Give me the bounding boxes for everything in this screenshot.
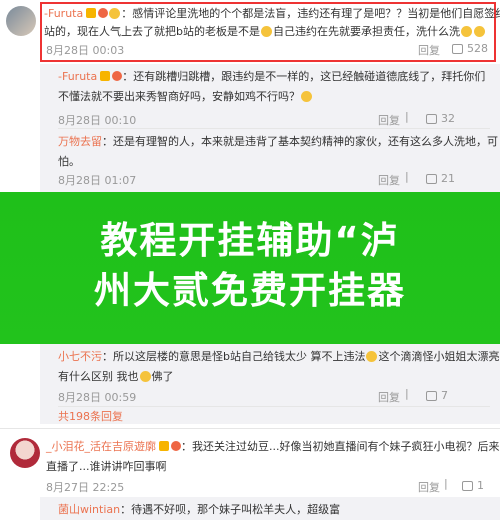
timestamp: 8月27日 22:25: [46, 481, 125, 494]
username[interactable]: -Furuta: [44, 7, 83, 20]
like-count: 7: [441, 389, 448, 402]
username[interactable]: 万物去留: [58, 135, 102, 148]
timestamp: 8月28日 00:59: [58, 391, 137, 404]
reply-button[interactable]: 回复: [418, 479, 440, 495]
comment-body: _小泪花_活在吉原遊廓 ：我还关注过幼豆...好像当初她直播间有个妹子疯狂小电视？…: [46, 436, 500, 457]
divider: |: [405, 170, 410, 183]
timestamp: 8月28日 01:07: [58, 174, 137, 187]
like-button[interactable]: 1: [462, 479, 484, 492]
comment-text-line: 不懂法就不要出来秀智商好吗，安静如鸡不行吗？: [58, 86, 313, 107]
like-button[interactable]: 528: [452, 42, 488, 55]
reply-button[interactable]: 回复: [418, 42, 440, 58]
avatar[interactable]: [10, 438, 40, 468]
emoji-icon: [109, 8, 121, 19]
emoji-icon: [366, 351, 378, 362]
comment-body: -Furuta ：还有跳槽归跳槽，跟违约是不一样的，这已经触碰道德底线了，拜托你们: [58, 66, 498, 87]
vip-icon: [159, 441, 169, 451]
emoji-icon: [473, 26, 485, 37]
level-icon: [112, 71, 123, 81]
comment-text: 站的，现在人气上去了就把b站的老板是不是: [44, 25, 260, 38]
username[interactable]: 小七不污: [58, 350, 102, 363]
vip-icon: [86, 8, 97, 18]
comment-text-line: 有什么区别 我也 佛了: [58, 366, 174, 387]
thumb-up-icon: [426, 114, 437, 124]
like-count: 32: [441, 112, 455, 125]
thumb-up-icon: [452, 44, 463, 54]
emoji-icon: [139, 371, 151, 382]
comment-body: 万物去留：还是有理智的人，本来就是违背了基本契约精神的家伙，还有这么多人洗地，可: [58, 131, 498, 152]
timestamp: 8月28日 00:03: [46, 44, 125, 57]
reply-button[interactable]: 回复: [378, 172, 400, 188]
divider: |: [444, 477, 449, 490]
like-button[interactable]: 32: [426, 112, 455, 125]
emoji-icon: [460, 26, 472, 37]
banner-line-2: 州大贰免费开挂器: [94, 269, 406, 312]
divider: [58, 406, 490, 407]
divider: [0, 428, 500, 429]
username[interactable]: -Furuta: [58, 70, 97, 83]
comment-text: 不懂法就不要出来秀智商好吗，安静如鸡不行吗？: [58, 90, 300, 103]
username[interactable]: _小泪花_活在吉原遊廓: [46, 440, 156, 453]
thumb-up-icon: [426, 174, 437, 184]
reply-button[interactable]: 回复: [378, 112, 400, 128]
comment-text: 怕。: [58, 155, 80, 168]
like-count: 528: [467, 42, 488, 55]
comment-text: ：还有跳槽归跳槽，跟违约是不一样的，这已经触碰道德底线了，拜托你们: [122, 70, 486, 83]
timestamp: 8月28日 00:10: [58, 114, 137, 127]
level-icon: [98, 8, 109, 18]
thumb-up-icon: [462, 481, 473, 491]
divider: |: [405, 110, 410, 123]
avatar[interactable]: [6, 6, 36, 36]
comment-text: 直播了...谁讲讲咋回事啊: [46, 460, 167, 473]
banner-line-1: 教程开挂辅助“泸: [100, 219, 400, 262]
more-replies-link[interactable]: 共198条回复: [58, 408, 123, 424]
comment-text: 自己违约在先就要承担责任，洗什么洗: [272, 25, 460, 38]
divider: [58, 128, 490, 129]
comment-body: 小七不污：所以这层楼的意思是怪b站自己给钱太少 算不上违法 这个滴滴怪小姐姐太漂亮: [58, 346, 500, 367]
like-count: 1: [477, 479, 484, 492]
vip-icon: [100, 71, 111, 81]
comment-text: 有什么区别 我也: [58, 370, 139, 383]
comment-text: ：所以这层楼的意思是怪b站自己给钱太少 算不上违法: [102, 350, 366, 363]
comment-text: 佛了: [151, 370, 174, 383]
emoji-icon: [260, 26, 272, 37]
emoji-icon: [301, 91, 312, 102]
like-button[interactable]: 21: [426, 172, 455, 185]
like-button[interactable]: 7: [426, 389, 448, 402]
comment-text: 这个滴滴怪小姐姐太漂亮: [378, 350, 500, 363]
like-count: 21: [441, 172, 455, 185]
comment-text: ：我还关注过幼豆...好像当初她直播间有个妹子疯狂小电视？后来就不: [181, 440, 500, 453]
comment-body: 菌山wintian：待遇不好呗，那个妹子叫松羊夫人，超级富: [58, 499, 498, 520]
thumb-up-icon: [426, 391, 437, 401]
reply-button[interactable]: 回复: [378, 389, 400, 405]
comment-text: ：感情评论里洗地的个个都是法盲，违约还有理了是吧？？当初是他们自愿签约b: [121, 7, 500, 20]
comment-text-line: 站的，现在人气上去了就把b站的老板是不是 自己违约在先就要承担责任，洗什么洗: [44, 21, 494, 42]
comment-text: ：还是有理智的人，本来就是违背了基本契约精神的家伙，还有这么多人洗地，可: [102, 135, 498, 148]
comment-text: ：待遇不好呗，那个妹子叫松羊夫人，超级富: [120, 503, 341, 516]
divider: |: [405, 387, 410, 400]
username[interactable]: 菌山wintian: [58, 503, 120, 516]
level-icon: [171, 441, 181, 451]
